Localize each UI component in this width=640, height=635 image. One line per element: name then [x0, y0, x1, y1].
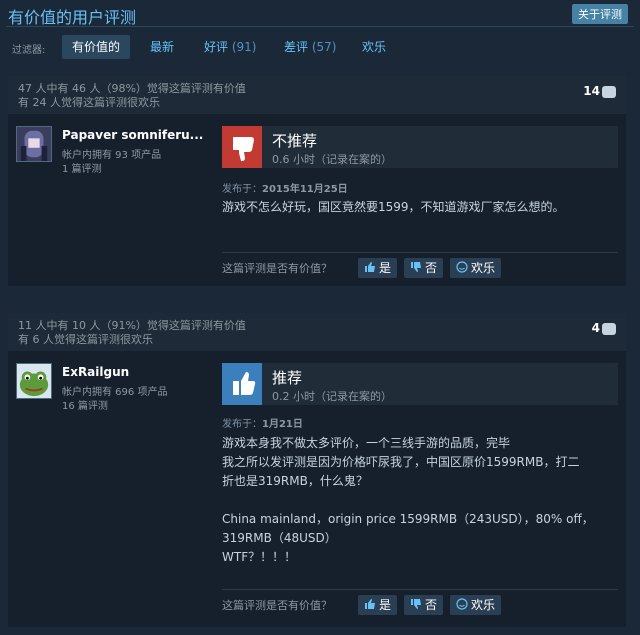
- helpful-count-text: 47 人中有 46 人（98%）觉得这篇评测有价值: [18, 82, 246, 95]
- vote-question: 这篇评测是否有价值？: [222, 599, 332, 612]
- vote-funny-button[interactable]: 欢乐: [450, 258, 502, 278]
- vote-funny-button[interactable]: 欢乐: [450, 595, 502, 615]
- vote-controls: 这篇评测是否有价值？ 是 否 欢乐: [222, 589, 618, 615]
- posted-date: 发布于：2015年11月25日: [222, 184, 348, 195]
- thumbs-down-icon: [411, 599, 421, 609]
- header-divider: [6, 26, 634, 27]
- smiley-icon: [456, 598, 468, 610]
- vote-controls: 这篇评测是否有价值？ 是 否 欢乐: [222, 252, 618, 278]
- products-owned[interactable]: 帐户内拥有 93 项产品: [62, 146, 161, 161]
- thumbs-up-icon: [365, 599, 375, 609]
- helpful-count-text: 11 人中有 10 人（91%）觉得这篇评测有价值: [18, 319, 246, 332]
- avatar[interactable]: [16, 363, 52, 399]
- tab-funny[interactable]: 欢乐: [352, 35, 396, 59]
- products-owned[interactable]: 帐户内拥有 696 项产品: [62, 383, 167, 398]
- smiley-icon: [456, 261, 468, 273]
- review-card: 11 人中有 10 人（91%）觉得这篇评测有价值 有 6 人觉得这篇评测很欢乐…: [8, 313, 626, 627]
- verdict-label: 推荐: [272, 369, 303, 387]
- comment-icon: [602, 322, 616, 335]
- tab-positive[interactable]: 好评 (91): [194, 35, 266, 59]
- avatar[interactable]: [16, 126, 52, 162]
- reviewer-name[interactable]: Papaver somniferu...: [62, 128, 208, 142]
- header: 有价值的用户评测 关于评测: [0, 0, 640, 28]
- verdict-label: 不推荐: [272, 132, 318, 150]
- vote-no-button[interactable]: 否: [404, 595, 444, 615]
- vote-question: 这篇评测是否有价值？: [222, 262, 332, 275]
- thumbs-down-icon: [411, 262, 421, 272]
- verdict-box[interactable]: 推荐 0.2 小时（记录在案的）: [222, 363, 618, 405]
- funny-count-text: 有 6 人觉得这篇评测很欢乐: [18, 333, 153, 346]
- vote-yes-button[interactable]: 是: [358, 595, 398, 615]
- comment-count[interactable]: 14: [583, 84, 616, 98]
- thumbs-up-icon: [365, 262, 375, 272]
- vote-no-button[interactable]: 否: [404, 258, 444, 278]
- review-count[interactable]: 16 篇评测: [62, 397, 108, 412]
- funny-count-text: 有 24 人觉得这篇评测很欢乐: [18, 96, 160, 109]
- comment-count[interactable]: 4: [592, 321, 616, 335]
- review-card: 47 人中有 46 人（98%）觉得这篇评测有价值 有 24 人觉得这篇评测很欢…: [8, 76, 626, 286]
- review-helpful-summary: 11 人中有 10 人（91%）觉得这篇评测有价值 有 6 人觉得这篇评测很欢乐…: [8, 313, 626, 351]
- thumbs-down-icon: [222, 126, 262, 168]
- review-helpful-summary: 47 人中有 46 人（98%）觉得这篇评测有价值 有 24 人觉得这篇评测很欢…: [8, 76, 626, 114]
- review-text: 游戏本身我不做太多评价，一个三线手游的品质，完毕 我之所以发评测是因为价格吓尿我…: [222, 436, 594, 564]
- filter-bar: 过滤器: 有价值的 最新 好评 (91) 差评 (57) 欢乐: [0, 30, 640, 64]
- posted-date: 发布于：1月21日: [222, 419, 303, 430]
- review-count[interactable]: 1 篇评测: [62, 160, 102, 175]
- page-title: 有价值的用户评测: [8, 8, 137, 27]
- review-text: 游戏不怎么好玩，国区竟然要1599，不知道游戏厂家怎么想的。: [222, 200, 565, 214]
- verdict-box[interactable]: 不推荐 0.6 小时（记录在案的）: [222, 126, 618, 168]
- thumbs-up-icon: [222, 363, 262, 405]
- hours-played: 0.6 小时（记录在案的）: [272, 153, 392, 166]
- comment-icon: [602, 85, 616, 98]
- tab-recent[interactable]: 最新: [140, 35, 184, 59]
- hours-played: 0.2 小时（记录在案的）: [272, 390, 392, 403]
- about-reviews-button[interactable]: 关于评测: [572, 4, 628, 24]
- tab-negative[interactable]: 差评 (57): [274, 35, 346, 59]
- filter-label: 过滤器:: [12, 45, 46, 56]
- tab-helpful[interactable]: 有价值的: [62, 35, 131, 59]
- vote-yes-button[interactable]: 是: [358, 258, 398, 278]
- reviewer-name[interactable]: ExRailgun: [62, 365, 208, 379]
